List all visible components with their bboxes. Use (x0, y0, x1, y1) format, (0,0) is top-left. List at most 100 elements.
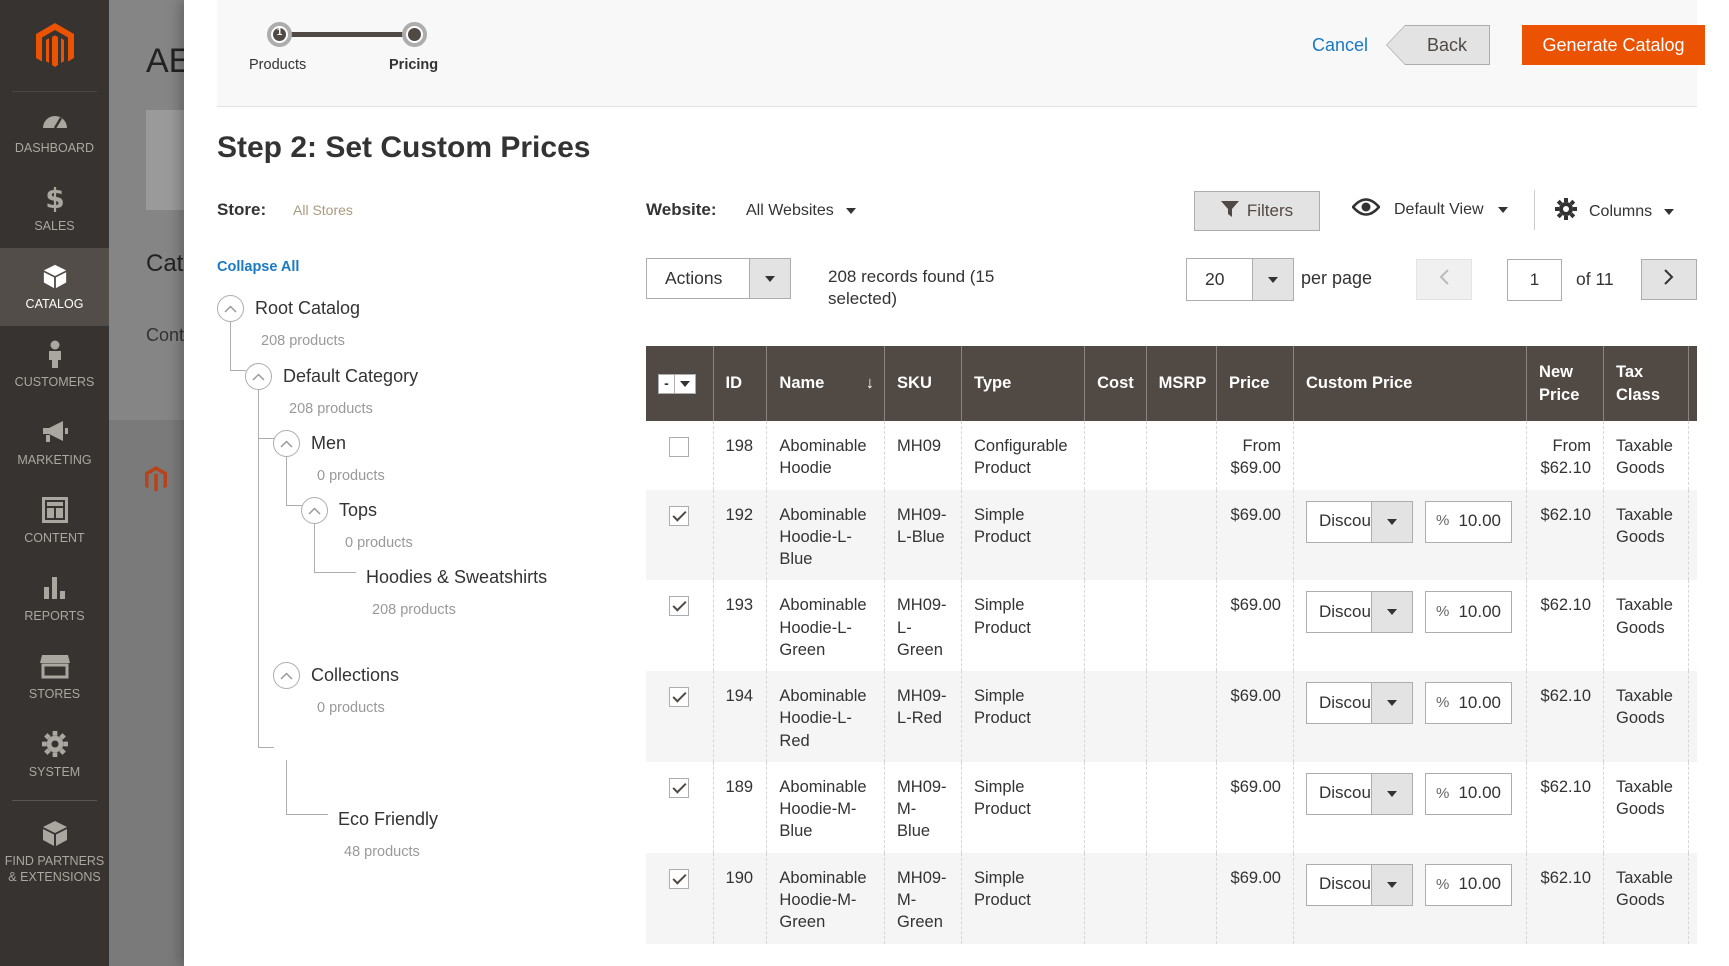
column-header-type[interactable]: Type (960, 346, 1085, 421)
custom-price-type-select[interactable]: Discount (1305, 591, 1413, 634)
row-checkbox[interactable] (669, 868, 690, 889)
collapse-chevron-icon[interactable] (301, 497, 328, 524)
custom-price-input[interactable]: % 10.00 (1424, 682, 1512, 725)
custom-price-type-select[interactable]: Discount (1305, 863, 1413, 906)
filters-button[interactable]: Filters (1194, 191, 1320, 231)
collapse-chevron-icon[interactable] (273, 430, 300, 457)
collapse-all-link[interactable]: Collapse All (217, 259, 299, 275)
cell-id: 192 (712, 489, 767, 581)
column-header-name[interactable]: Name ↓ (766, 346, 885, 421)
background-content: Cont (146, 325, 185, 345)
admin-sidebar: DASHBOARD $ SALES CATALOG CUSTOMERS MARKETING… (0, 0, 109, 966)
tree-node-label[interactable]: Default Category (283, 366, 418, 387)
page-total: of 11 (1576, 269, 1614, 289)
tree-node-label[interactable]: Hoodies & Sweatshirts (366, 567, 547, 588)
back-button[interactable]: Back (1386, 25, 1490, 65)
tree-node-label[interactable]: Eco Friendly (338, 809, 438, 830)
collapse-chevron-icon[interactable] (217, 295, 244, 322)
custom-price-type-select[interactable]: Discount (1305, 500, 1413, 543)
cell-overflow (1687, 671, 1697, 762)
row-checkbox[interactable] (669, 505, 690, 526)
per-page-select[interactable]: 20 (1186, 258, 1294, 301)
cell-sku: MH09-M-Blue (884, 761, 962, 853)
nav-find-partners[interactable]: FIND PARTNERS & EXTENSIONS (0, 807, 109, 897)
cell-name: Abominable Hoodie-M-Blue (766, 761, 885, 853)
mass-select-control[interactable]: - (658, 373, 696, 394)
next-page-button[interactable] (1641, 259, 1697, 300)
website-switcher[interactable]: All Websites (746, 202, 856, 220)
cell-new-price: $62.10 (1526, 671, 1604, 762)
percent-sign: % (1435, 875, 1450, 893)
nav-divider (12, 800, 97, 801)
columns-control[interactable]: Columns (1555, 198, 1675, 225)
nav-item-content[interactable]: CONTENT (0, 482, 109, 560)
caret-down-icon (750, 259, 790, 298)
custom-price-input[interactable]: % 10.00 (1424, 772, 1512, 815)
column-header-id[interactable]: ID (712, 346, 767, 421)
row-checkbox[interactable] (669, 437, 690, 457)
previous-page-button[interactable] (1416, 259, 1472, 300)
step-pricing-label[interactable]: Pricing (389, 57, 438, 73)
row-select-cell (646, 421, 713, 490)
row-checkbox[interactable] (669, 596, 690, 617)
nav-item-marketing[interactable]: MARKETING (0, 404, 109, 482)
collapse-chevron-icon[interactable] (245, 363, 272, 390)
filters-label: Filters (1246, 201, 1294, 220)
store-switcher[interactable]: All Stores (293, 202, 353, 218)
tree-connector (314, 518, 315, 572)
step-products-label[interactable]: Products (249, 57, 306, 73)
column-header-price[interactable]: Price (1216, 346, 1294, 421)
nav-item-customers[interactable]: CUSTOMERS (0, 326, 109, 404)
tree-node-label[interactable]: Tops (339, 500, 377, 521)
custom-price-type-select[interactable]: Discount (1305, 682, 1413, 725)
cell-new-price: From $62.10 (1526, 421, 1604, 490)
generate-catalog-button[interactable]: Generate Catalog (1522, 25, 1705, 65)
magento-logo[interactable] (12, 0, 97, 92)
tree-node-label[interactable]: Collections (311, 665, 399, 686)
caret-down-icon (1253, 259, 1293, 300)
percent-sign: % (1435, 694, 1450, 711)
collapse-chevron-icon[interactable] (273, 662, 300, 689)
cell-custom-price: Discount % 10.00 (1292, 671, 1527, 762)
nav-item-system[interactable]: SYSTEM (0, 716, 109, 794)
row-checkbox[interactable] (669, 687, 690, 708)
column-header-msrp[interactable]: MSRP (1145, 346, 1217, 421)
custom-price-input[interactable]: % 10.00 (1424, 591, 1512, 634)
tree-node-label[interactable]: Root Catalog (255, 298, 360, 319)
row-checkbox[interactable] (669, 777, 690, 798)
cell-sku: MH09-L-Red (884, 671, 962, 762)
cell-tax-class: Taxable Goods (1603, 421, 1689, 490)
custom-price-type-value: Discount (1307, 864, 1372, 905)
step-products-marker[interactable]: 1 (267, 22, 292, 47)
category-tree: Root Catalog 208 products Default Catego… (217, 290, 597, 860)
custom-price-type-select[interactable]: Discount (1305, 772, 1413, 815)
custom-price-input[interactable]: % 10.00 (1424, 863, 1512, 906)
custom-price-input[interactable]: % 10.00 (1424, 500, 1512, 543)
boxes-icon (40, 818, 70, 848)
page-number-input[interactable] (1507, 259, 1562, 301)
tree-node-label[interactable]: Men (311, 433, 346, 454)
nav-item-sales[interactable]: $ SALES (0, 170, 109, 248)
actions-dropdown[interactable]: Actions (646, 258, 791, 299)
cell-name: Abominable Hoodie-M-Green (766, 852, 885, 944)
tree-connector (230, 370, 246, 371)
cancel-button[interactable]: Cancel (1300, 25, 1380, 65)
column-header-new-price[interactable]: New Price (1526, 346, 1604, 421)
custom-price-value: 10.00 (1458, 783, 1501, 803)
column-header-tax-class[interactable]: Tax Class (1603, 346, 1689, 421)
column-header-custom-price[interactable]: Custom Price (1292, 346, 1527, 421)
toolbar-divider (1534, 190, 1535, 230)
row-select-cell (646, 762, 713, 853)
tree-connector (230, 316, 231, 370)
tree-node-count: 208 products (289, 401, 373, 417)
step-pricing-marker[interactable] (402, 22, 427, 47)
caret-down-icon (1371, 592, 1412, 633)
nav-item-stores[interactable]: STORES (0, 638, 109, 716)
nav-item-reports[interactable]: REPORTS (0, 560, 109, 638)
nav-item-dashboard[interactable]: DASHBOARD (0, 92, 109, 170)
view-switcher[interactable]: Default View (1351, 198, 1508, 221)
caret-down-icon (675, 375, 695, 393)
nav-item-catalog[interactable]: CATALOG (0, 248, 109, 326)
column-header-cost[interactable]: Cost (1084, 346, 1147, 421)
column-header-sku[interactable]: SKU (884, 346, 962, 421)
